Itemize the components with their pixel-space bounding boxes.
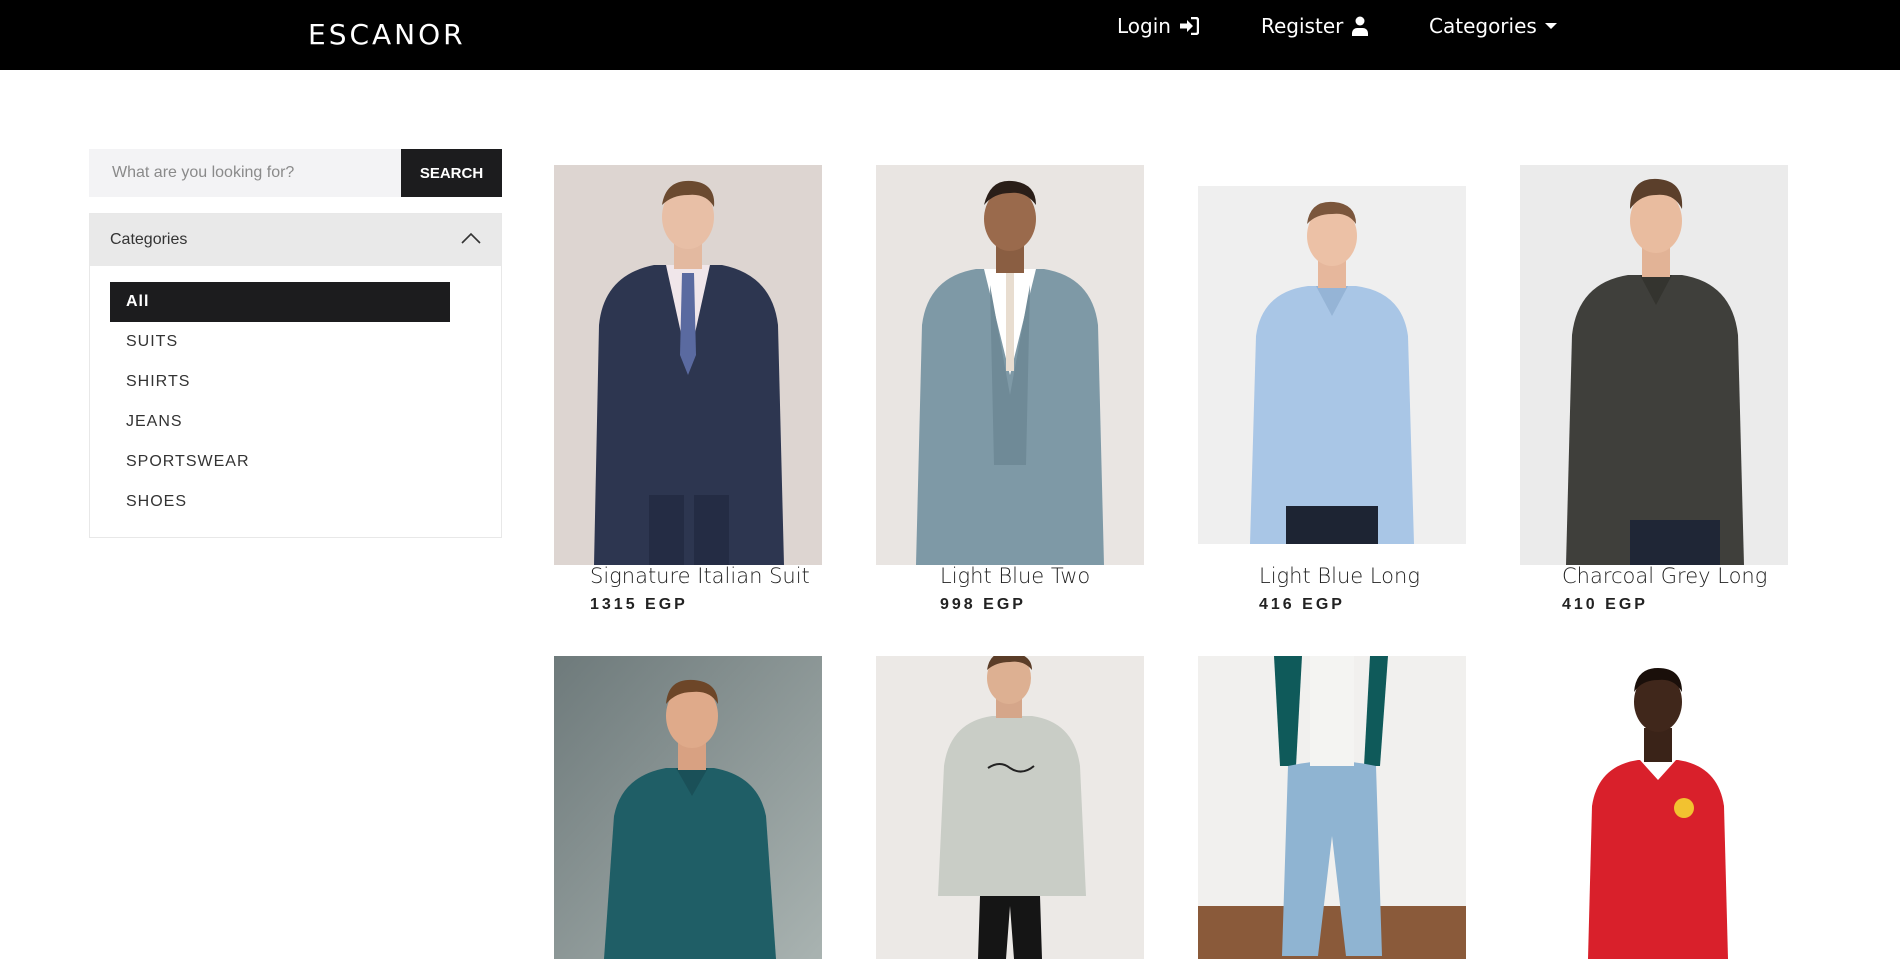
product-name: Charcoal Grey Long (1562, 564, 1768, 588)
category-item-all[interactable]: All (110, 282, 450, 322)
search-bar: SEARCH (89, 149, 502, 197)
nav-login-link[interactable]: Login (1117, 14, 1199, 38)
nav-categories-dropdown[interactable]: Categories (1429, 14, 1557, 38)
category-item-shirts[interactable]: SHIRTS (110, 362, 450, 402)
category-item-suits[interactable]: SUITS (110, 322, 450, 362)
search-button[interactable]: SEARCH (401, 149, 502, 197)
product-name: Signature Italian Suit (590, 564, 810, 588)
product-image[interactable] (1520, 165, 1788, 565)
navbar: ESCANOR Login Register Categories (0, 0, 1900, 70)
categories-list: All SUITS SHIRTS JEANS SPORTSWEAR SHOES (90, 266, 501, 522)
product-image[interactable] (1520, 656, 1788, 959)
nav-categories-label: Categories (1429, 14, 1537, 38)
product-image[interactable] (554, 165, 822, 565)
brand-logo[interactable]: ESCANOR (308, 18, 466, 51)
user-icon (1351, 16, 1369, 36)
product-image[interactable] (554, 656, 822, 959)
search-input[interactable] (89, 149, 401, 197)
product-image[interactable] (1198, 656, 1466, 959)
product-price: 416 EGP (1259, 596, 1345, 613)
product-price: 1315 EGP (590, 596, 688, 613)
categories-accordion-header[interactable]: Categories (90, 214, 501, 266)
product-image[interactable] (876, 656, 1144, 959)
chevron-up-icon (461, 231, 481, 249)
categories-panel: Categories All SUITS SHIRTS JEANS SPORTS… (89, 213, 502, 538)
category-item-shoes[interactable]: SHOES (110, 482, 450, 522)
product-price: 998 EGP (940, 596, 1026, 613)
nav-login-label: Login (1117, 14, 1171, 38)
caret-down-icon (1544, 22, 1557, 30)
product-image[interactable] (876, 165, 1144, 565)
nav-register-label: Register (1261, 14, 1344, 38)
sign-in-icon (1179, 17, 1199, 35)
product-name: Light Blue Long (1259, 564, 1420, 588)
product-image[interactable] (1198, 186, 1466, 544)
nav-register-link[interactable]: Register (1261, 14, 1369, 38)
product-price: 410 EGP (1562, 596, 1648, 613)
category-item-jeans[interactable]: JEANS (110, 402, 450, 442)
categories-header-label: Categories (110, 231, 188, 248)
category-item-sportswear[interactable]: SPORTSWEAR (110, 442, 450, 482)
product-name: Light Blue Two (940, 564, 1091, 588)
